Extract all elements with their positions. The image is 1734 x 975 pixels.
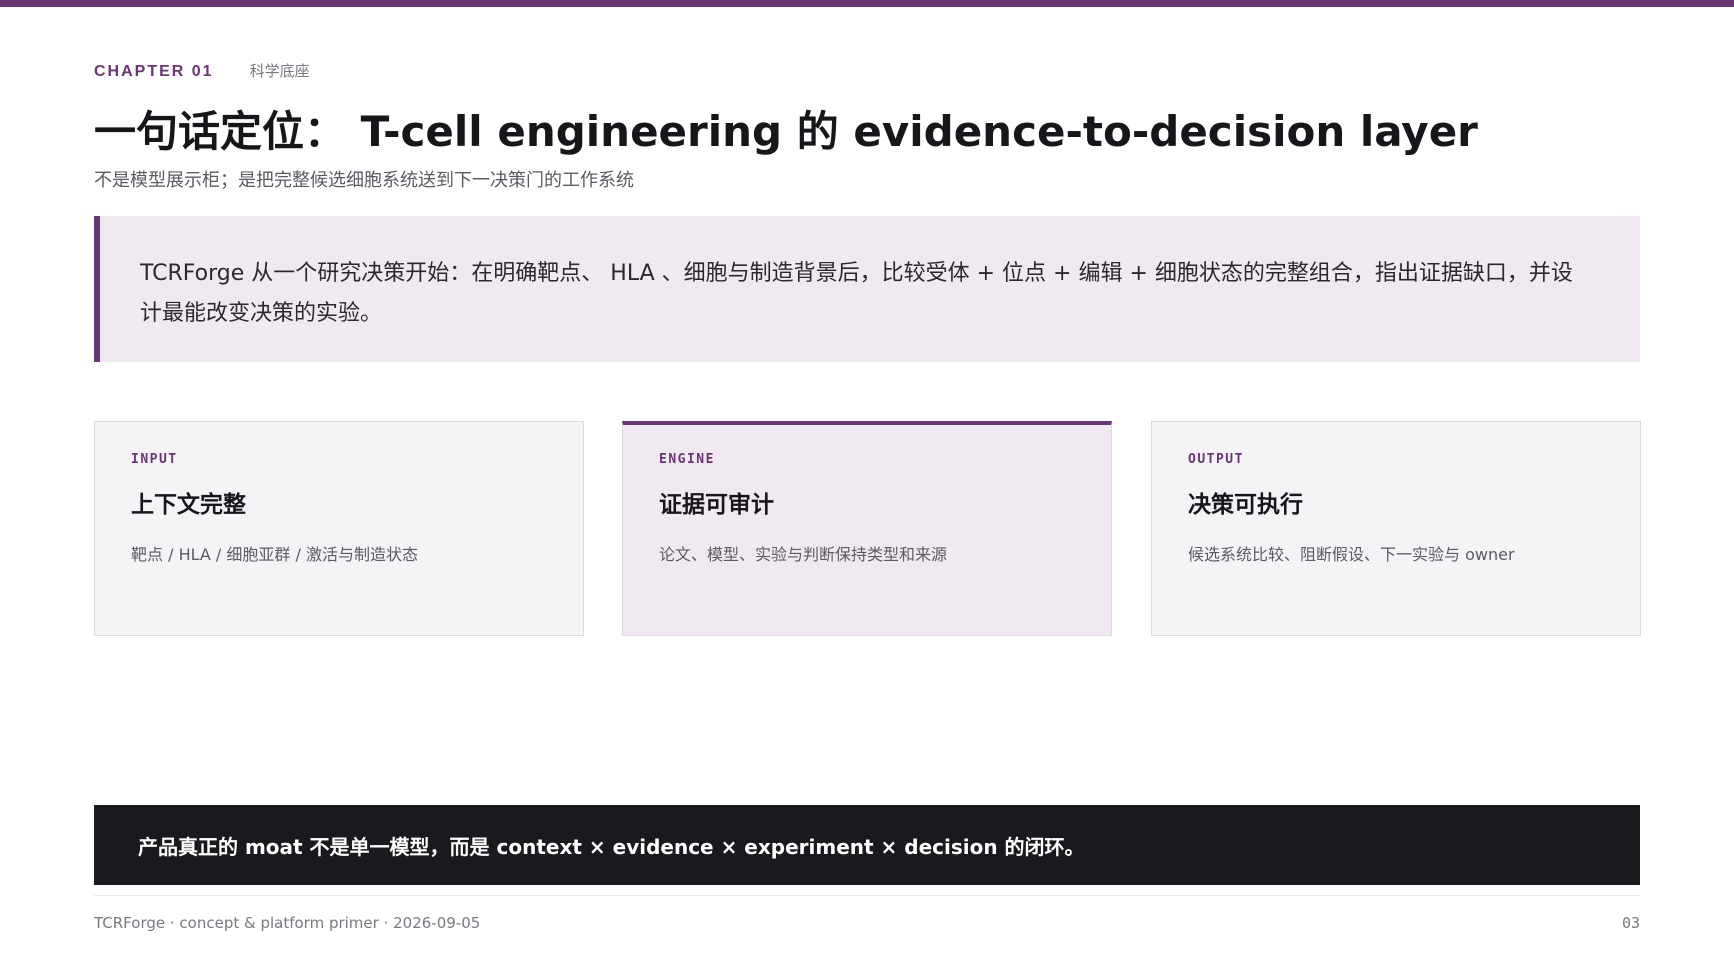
footer-divider [94,895,1640,896]
card-title: 上下文完整 [131,492,246,518]
card-engine: ENGINE 证据可审计 论文、模型、实验与判断保持类型和来源 [622,421,1112,636]
card-tag: ENGINE [659,452,715,467]
chapter-header: CHAPTER 01 科学底座 [94,60,310,81]
card-description: 靶点 / HLA / 细胞亚群 / 激活与制造状态 [131,545,418,564]
card-tag: OUTPUT [1188,452,1244,467]
page-number: 03 [1621,914,1640,932]
chapter-subtitle: 科学底座 [249,62,310,80]
callout-text: TCRForge 从一个研究决策开始：在明确靶点、 HLA 、细胞与制造背景后，… [140,261,1573,326]
moat-text: 产品真正的 moat 不是单一模型，而是 context × evidence … [138,834,1085,859]
card-input: INPUT 上下文完整 靶点 / HLA / 细胞亚群 / 激活与制造状态 [94,421,584,636]
card-tag: INPUT [131,452,178,467]
page-title: 一句话定位： T-cell engineering 的 evidence-to-… [94,107,1478,156]
chapter-label: CHAPTER 01 [94,63,214,80]
card-description: 论文、模型、实验与判断保持类型和来源 [659,545,948,564]
positioning-callout: TCRForge 从一个研究决策开始：在明确靶点、 HLA 、细胞与制造背景后，… [94,216,1640,362]
pillar-cards: INPUT 上下文完整 靶点 / HLA / 细胞亚群 / 激活与制造状态 EN… [94,421,1641,636]
moat-banner: 产品真正的 moat 不是单一模型，而是 context × evidence … [94,805,1640,885]
card-description: 候选系统比较、阻断假设、下一实验与 owner [1188,545,1515,564]
page-subtitle: 不是模型展示柜；是把完整候选细胞系统送到下一决策门的工作系统 [94,170,634,191]
card-title: 证据可审计 [659,492,774,518]
card-output: OUTPUT 决策可执行 候选系统比较、阻断假设、下一实验与 owner [1151,421,1641,636]
card-title: 决策可执行 [1188,492,1303,518]
footer-caption: TCRForge · concept & platform primer · 2… [94,914,481,932]
top-accent-bar [0,0,1734,7]
